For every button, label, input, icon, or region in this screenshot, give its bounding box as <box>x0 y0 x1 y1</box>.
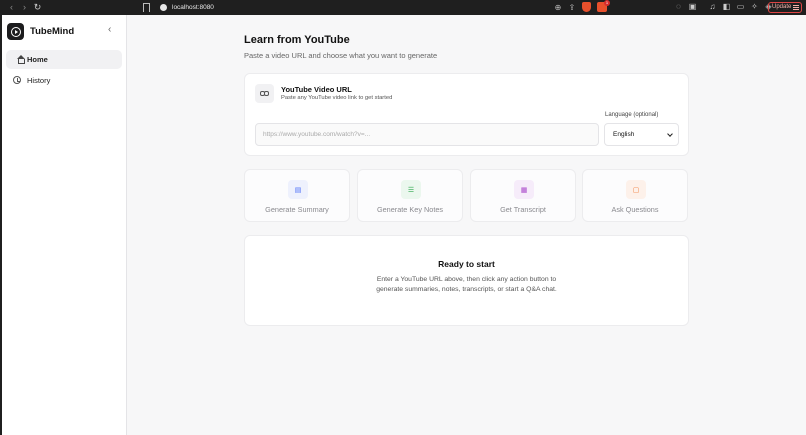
chat-extension-icon[interactable]: ◌ <box>674 2 683 12</box>
status-title: Ready to start <box>438 259 495 269</box>
language-label: Language (optional) <box>605 112 659 118</box>
share-icon[interactable]: ⇪ <box>568 3 576 12</box>
chat-icon: ▢ <box>626 180 646 199</box>
collapse-sidebar-icon[interactable]: ‹ <box>108 24 111 35</box>
action-label: Generate Summary <box>265 205 329 214</box>
brand: TubeMind <box>7 23 74 40</box>
wallet-icon[interactable]: ▭ <box>736 2 745 12</box>
zoom-icon[interactable]: ⊕ <box>554 3 562 12</box>
page-title: Learn from YouTube <box>244 34 350 46</box>
browser-nav: ‹ › ↻ <box>6 0 43 15</box>
status-card: Ready to start Enter a YouTube URL above… <box>244 235 689 326</box>
forward-icon[interactable]: › <box>19 0 30 15</box>
action-label: Get Transcript <box>500 205 546 214</box>
reload-icon[interactable]: ↻ <box>32 0 43 15</box>
address-bar-icons: ⊕ ⇪ 1 <box>554 0 610 12</box>
page-subtitle: Paste a video URL and choose what you wa… <box>244 51 438 60</box>
site-info-icon[interactable] <box>160 4 167 11</box>
back-icon[interactable]: ‹ <box>6 0 17 15</box>
ask-questions-button[interactable]: ▢ Ask Questions <box>582 169 688 222</box>
rewards-badge: 1 <box>604 0 610 6</box>
main-content: Learn from YouTube Paste a video URL and… <box>128 15 806 435</box>
music-icon[interactable]: ♫ <box>708 2 717 12</box>
url-card-subtitle: Paste any YouTube video link to get star… <box>281 95 393 101</box>
brand-name: TubeMind <box>30 26 75 37</box>
history-icon <box>12 76 21 85</box>
chevron-down-icon <box>667 131 673 137</box>
brave-shields-icon[interactable] <box>582 2 591 12</box>
document-icon: ▤ <box>288 180 308 199</box>
menu-icon <box>793 5 799 10</box>
address-bar[interactable]: localhost:8080 <box>172 0 214 15</box>
brave-rewards-icon[interactable]: 1 <box>597 0 610 12</box>
get-transcript-button[interactable]: ▦ Get Transcript <box>470 169 576 222</box>
sidebar: TubeMind ‹ Home History <box>0 15 127 435</box>
status-body: Enter a YouTube URL above, then click an… <box>376 276 557 294</box>
url-card: YouTube Video URL Paste any YouTube vide… <box>244 73 689 156</box>
link-icon <box>255 84 274 103</box>
home-icon <box>12 55 21 64</box>
browser-toolbar: ‹ › ↻ localhost:8080 ⊕ ⇪ 1 ◌ ▣ ♫ ◧ ▭ ✧ ◈… <box>0 0 806 15</box>
update-label: Update <box>772 4 792 10</box>
leo-icon[interactable]: ✧ <box>750 2 759 12</box>
logo-play-icon <box>7 23 24 40</box>
translate-icon[interactable]: ▣ <box>688 2 697 12</box>
window-edge <box>0 15 2 435</box>
update-button[interactable]: Update <box>768 2 802 13</box>
browser-extension-icons: ◌ ▣ ♫ ◧ ▭ ✧ ◈ <box>674 2 773 12</box>
sidebar-item-home[interactable]: Home <box>6 50 122 69</box>
language-value: English <box>613 131 635 138</box>
sidebar-item-label: History <box>27 76 51 85</box>
list-icon: ☰ <box>401 180 421 199</box>
transcript-icon: ▦ <box>514 180 534 199</box>
sidebar-item-label: Home <box>27 55 48 64</box>
generate-key-notes-button[interactable]: ☰ Generate Key Notes <box>357 169 463 222</box>
action-label: Generate Key Notes <box>376 205 444 214</box>
action-label: Ask Questions <box>611 205 659 214</box>
youtube-url-input[interactable] <box>255 123 599 146</box>
url-card-title: YouTube Video URL <box>281 85 352 94</box>
sidebar-item-history[interactable]: History <box>6 71 122 90</box>
generate-summary-button[interactable]: ▤ Generate Summary <box>244 169 350 222</box>
sidebar-toggle-icon[interactable]: ◧ <box>722 2 731 12</box>
language-select[interactable]: English <box>604 123 679 146</box>
bookmark-icon[interactable] <box>143 3 150 15</box>
